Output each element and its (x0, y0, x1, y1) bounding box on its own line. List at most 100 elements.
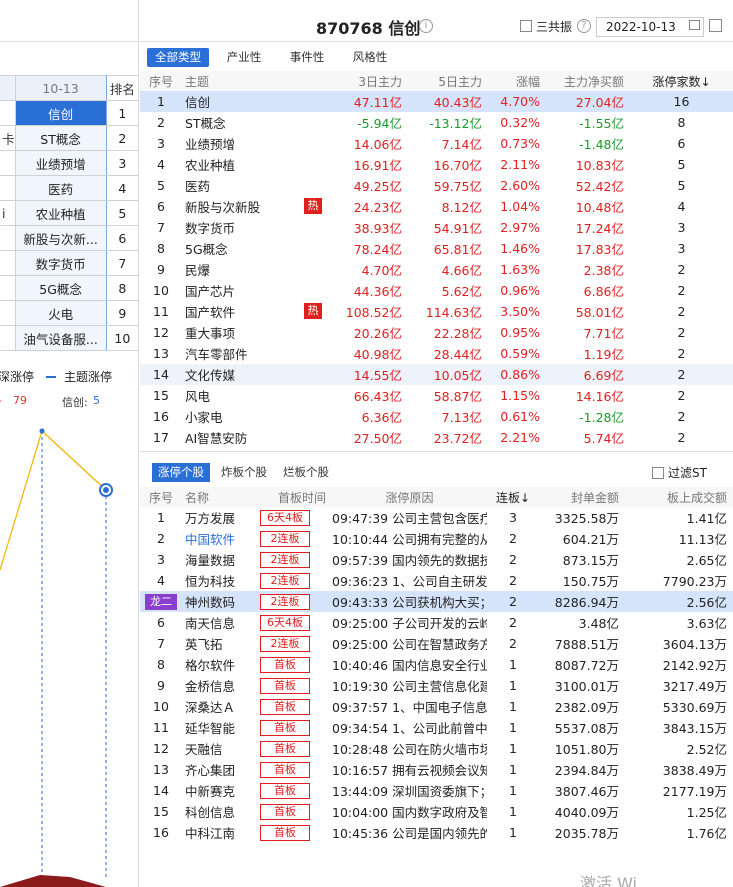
stock-row[interactable]: 15 科创信息首板 10:04:00 国内数字政府及智慧... 1 4040.09万 1.… (140, 801, 733, 822)
rank-row[interactable]: 信创 1 (0, 100, 138, 126)
rank-topic[interactable]: 信创 (14, 100, 107, 126)
date-picker[interactable]: 2022-10-13 (596, 17, 704, 37)
tab-event[interactable]: 事件性 (283, 48, 331, 67)
trend-chart[interactable] (0, 410, 139, 887)
rank-row[interactable]: 业绩预增 3 (0, 150, 138, 176)
topic-name-cell[interactable]: 国产软件 热 (182, 301, 322, 322)
col-5day[interactable]: 5日主力 (408, 71, 488, 91)
col-board-volume[interactable]: 板上成交额 (625, 487, 733, 507)
stock-name[interactable]: 科创信息 (182, 801, 258, 822)
topic-name-cell[interactable]: 文化传媒 (182, 364, 302, 385)
calendar-icon[interactable] (689, 20, 700, 30)
stock-time-reason[interactable]: 10:16:57 拥有云视频会议知名... (332, 759, 487, 780)
resonance-checkbox[interactable] (520, 20, 532, 32)
stock-name[interactable]: 神州数码 (182, 591, 258, 612)
stock-name[interactable]: 万方发展 (182, 507, 258, 528)
stock-time-reason[interactable]: 09:34:54 1、公司此前曾中标... (332, 717, 487, 738)
rank-row[interactable]: i 农业种植 5 (0, 200, 138, 226)
rank-topic[interactable]: ST概念 (14, 125, 107, 151)
stock-row[interactable]: 6 南天信息6天4板 09:25:00 子公司开发的云岭先... 2 3.48亿 3.63… (140, 612, 733, 633)
col-stock-name[interactable]: 名称 (182, 487, 258, 507)
topic-name-cell[interactable]: AI智慧安防 (182, 427, 302, 448)
stock-time-reason[interactable]: 09:37:57 1、中国电子信息产... (332, 696, 487, 717)
col-limit-count[interactable]: 涨停家数↓ (630, 71, 733, 91)
rank-topic[interactable]: 医药 (14, 175, 107, 201)
rank-row[interactable]: 火电 9 (0, 300, 138, 326)
stock-row[interactable]: 龙二神州数码2连板 09:43:33 公司获机构大买；中...28286.94万2… (140, 591, 733, 612)
topic-row[interactable]: 15 风电 66.43亿 58.87亿 1.15% 14.16亿 2 (140, 385, 733, 406)
rank-row[interactable]: 数字货币 7 (0, 250, 138, 276)
topic-row[interactable]: 7 数字货币 38.93亿 54.91亿 2.97% 17.24亿 3 (140, 217, 733, 238)
stock-row[interactable]: 14 中新赛克首板 13:44:09 深圳国资委旗下；公... 1 3807.46万 21… (140, 780, 733, 801)
topic-row[interactable]: 5 医药 49.25亿 59.75亿 2.60% 52.42亿 5 (140, 175, 733, 196)
topic-name-cell[interactable]: 小家电 (182, 406, 302, 427)
topic-row[interactable]: 4 农业种植 16.91亿 16.70亿 2.11% 10.83亿 5 (140, 154, 733, 175)
topic-row[interactable]: 12 重大事项 20.26亿 22.28亿 0.95% 7.71亿 2 (140, 322, 733, 343)
topic-name-cell[interactable]: 重大事项 (182, 322, 302, 343)
topic-row[interactable]: 11 国产软件热 108.52亿 114.63亿 3.50% 58.01亿 2 (140, 301, 733, 322)
topic-name-cell[interactable]: 数字货币 (182, 217, 302, 238)
help-icon[interactable]: ? (577, 19, 591, 33)
tab-style[interactable]: 风格性 (346, 48, 394, 67)
rank-row[interactable]: 5G概念 8 (0, 275, 138, 301)
stock-name[interactable]: 延华智能 (182, 717, 258, 738)
stock-name[interactable]: 南天信息 (182, 612, 258, 633)
tab-industry[interactable]: 产业性 (220, 48, 268, 67)
col-reason[interactable]: 涨停原因 (332, 487, 487, 507)
col-net-buy[interactable]: 主力净买额 (546, 71, 630, 91)
stock-row[interactable]: 9 金桥信息首板 10:19:30 公司主营信息化建设... 1 3100.01万 321… (140, 675, 733, 696)
stock-row[interactable]: 12 天融信首板 10:28:48 公司在防火墙市场的... 1 1051.80万 2.5… (140, 738, 733, 759)
stock-time-reason[interactable]: 09:47:39 公司主营包含医疗信... (332, 507, 487, 528)
topic-row[interactable]: 16 小家电 6.36亿 7.13亿 0.61% -1.28亿 2 (140, 406, 733, 427)
stock-row[interactable]: 7 英飞拓2连板 09:25:00 公司在智慧政务方面... 2 7888.51万 360… (140, 633, 733, 654)
tab-all-types[interactable]: 全部类型 (147, 48, 209, 67)
stock-time-reason[interactable]: 09:25:00 公司在智慧政务方面... (332, 633, 487, 654)
topic-row[interactable]: 1 信创 47.11亿 40.43亿 4.70% 27.04亿 16 (140, 91, 733, 112)
topic-row[interactable]: 9 民爆 4.70亿 4.66亿 1.63% 2.38亿 2 (140, 259, 733, 280)
rank-row[interactable]: 新股与次新... 6 (0, 225, 138, 251)
external-link-icon[interactable] (709, 19, 722, 32)
stock-name[interactable]: 海量数据 (182, 549, 258, 570)
topic-name-cell[interactable]: 国产芯片 (182, 280, 302, 301)
stock-name[interactable]: 格尔软件 (182, 654, 258, 675)
col-3day[interactable]: 3日主力 (302, 71, 408, 91)
topic-row[interactable]: 2 ST概念 -5.94亿 -13.12亿 0.32% -1.55亿 8 (140, 112, 733, 133)
rank-topic[interactable]: 数字货币 (14, 250, 107, 276)
rank-row[interactable]: 油气设备服... 10 (0, 325, 138, 351)
topic-row[interactable]: 13 汽车零部件 40.98亿 28.44亿 0.59% 1.19亿 2 (140, 343, 733, 364)
stock-time-reason[interactable]: 10:10:44 公司拥有完整的从操... (332, 528, 487, 549)
stock-row[interactable]: 1 万方发展6天4板 09:47:39 公司主营包含医疗信... 3 3325.58万 1… (140, 507, 733, 528)
stock-name[interactable]: 中新赛克 (182, 780, 258, 801)
stock-name[interactable]: 中科江南 (182, 822, 258, 843)
stock-name[interactable]: 英飞拓 (182, 633, 258, 654)
stock-time-reason[interactable]: 10:04:00 国内数字政府及智慧... (332, 801, 487, 822)
col-streak[interactable]: 连板↓ (487, 487, 539, 507)
col-stock-index[interactable]: 序号 (140, 487, 182, 507)
stock-name[interactable]: 深桑达Ａ (182, 696, 258, 717)
stock-time-reason[interactable]: 10:19:30 公司主营信息化建设... (332, 675, 487, 696)
stock-time-reason[interactable]: 10:45:36 公司是国内领先的智... (332, 822, 487, 843)
topic-name-cell[interactable]: 新股与次新股 热 (182, 196, 322, 217)
tab-weak-board[interactable]: 烂板个股 (280, 463, 332, 482)
topic-name-cell[interactable]: 汽车零部件 (182, 343, 302, 364)
stock-row[interactable]: 13 齐心集团首板 10:16:57 拥有云视频会议知名... 1 2394.84万 38… (140, 759, 733, 780)
topic-name-cell[interactable]: 医药 (182, 175, 302, 196)
stock-row[interactable]: 2 中国软件2连板 10:10:44 公司拥有完整的从操... 2 604.21万 11.… (140, 528, 733, 549)
stock-name[interactable]: 中国软件 (182, 528, 258, 549)
col-index[interactable]: 序号 (140, 71, 182, 91)
stock-time-reason[interactable]: 09:57:39 国内领先的数据技术... (332, 549, 487, 570)
topic-name-cell[interactable]: 信创 (182, 91, 302, 112)
filter-st-checkbox[interactable] (652, 467, 664, 479)
stock-row[interactable]: 8 格尔软件首板 10:40:46 国内信息安全行业PK... 1 8087.72万 21… (140, 654, 733, 675)
col-first-time[interactable]: 首板时间 (258, 487, 332, 507)
topic-name-cell[interactable]: 5G概念 (182, 238, 302, 259)
info-icon[interactable]: i (419, 19, 433, 33)
rank-row[interactable]: 医药 4 (0, 175, 138, 201)
rank-topic[interactable]: 农业种植 (14, 200, 107, 226)
col-change[interactable]: 涨幅 (488, 71, 546, 91)
topic-row[interactable]: 14 文化传媒 14.55亿 10.05亿 0.86% 6.69亿 2 (140, 364, 733, 385)
stock-time-reason[interactable]: 09:43:33 公司获机构大买；中... (332, 591, 487, 612)
stock-name[interactable]: 恒为科技 (182, 570, 258, 591)
topic-name-cell[interactable]: ST概念 (182, 112, 302, 133)
stock-time-reason[interactable]: 10:28:48 公司在防火墙市场的... (332, 738, 487, 759)
